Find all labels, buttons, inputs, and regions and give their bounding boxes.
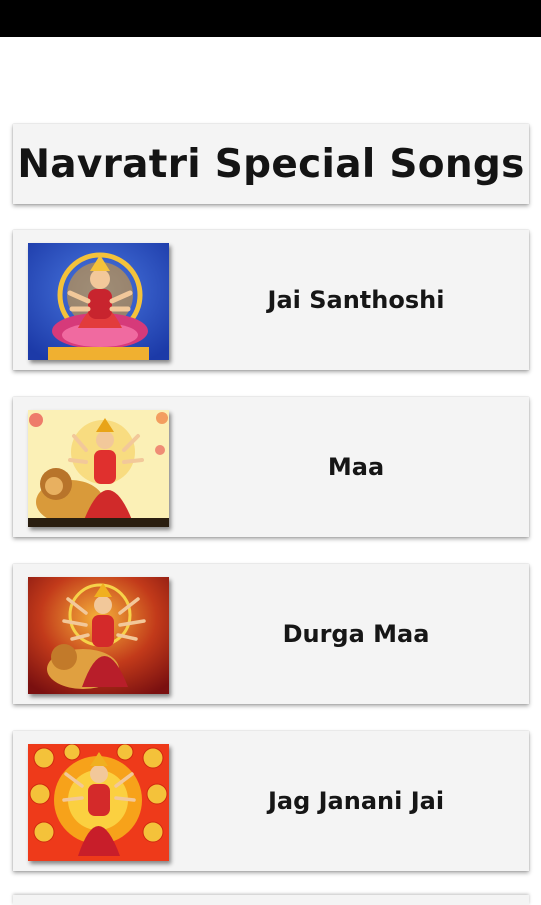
goddess-durga-lion-image <box>28 410 169 527</box>
song-title: Jag Janani Jai <box>267 787 445 815</box>
goddess-navdurga-image <box>28 744 169 861</box>
song-item-maa[interactable]: Maa <box>13 397 529 537</box>
song-item-jag-janani-jai[interactable]: Jag Janani Jai <box>13 731 529 871</box>
song-title: Maa <box>327 453 385 481</box>
song-title: Durga Maa <box>282 620 430 648</box>
status-bar <box>0 0 541 37</box>
song-item-partial[interactable] <box>13 895 529 905</box>
song-item-durga-maa[interactable]: Durga Maa <box>13 564 529 704</box>
song-title: Jai Santhoshi <box>267 286 445 314</box>
song-item-jai-santhoshi[interactable]: Jai Santhoshi <box>13 230 529 370</box>
title-card: Navratri Special Songs <box>13 124 529 204</box>
goddess-santoshi-image <box>28 243 169 360</box>
goddess-durga-red-image <box>28 577 169 694</box>
page-title: Navratri Special Songs <box>17 141 525 187</box>
